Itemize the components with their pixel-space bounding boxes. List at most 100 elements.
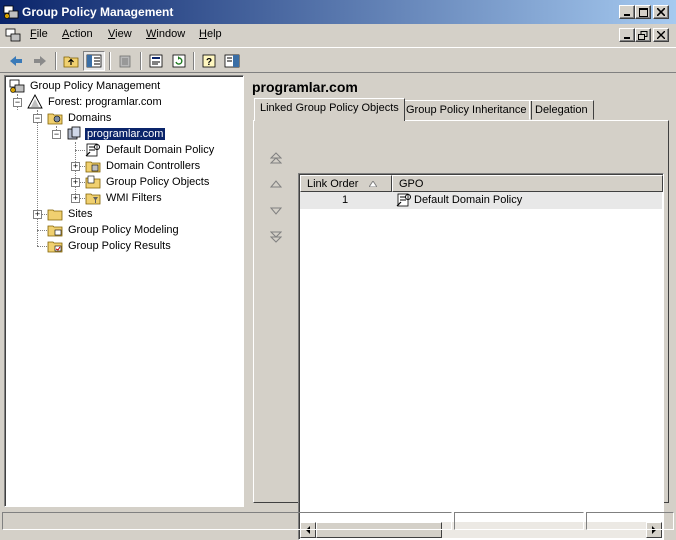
- minimize-icon: [624, 14, 630, 16]
- tab-linked-gpos[interactable]: Linked Group Policy Objects: [254, 98, 405, 121]
- down-arrow-icon: [270, 207, 282, 215]
- collapse-toggle[interactable]: −: [13, 98, 22, 107]
- toolbar-separator: [193, 52, 195, 70]
- gpo-folder-icon: [85, 175, 101, 189]
- tree-node-domains[interactable]: Domains: [47, 110, 113, 126]
- tree-node-gp-results[interactable]: Group Policy Results: [47, 238, 173, 254]
- table-row[interactable]: 1 Default Domain Policy: [300, 192, 662, 209]
- tree-node-gp-modeling[interactable]: Group Policy Modeling: [47, 222, 181, 238]
- sites-folder-icon: [47, 209, 63, 221]
- menu-action[interactable]: Action: [62, 28, 93, 40]
- menu-file[interactable]: File: [30, 28, 48, 40]
- help-button[interactable]: ?: [198, 51, 220, 71]
- delete-button[interactable]: [114, 51, 136, 71]
- console-tree-icon: [86, 54, 102, 68]
- tree-node-domain-programlar[interactable]: programlar.com: [66, 126, 167, 142]
- tree-node-gpm-root[interactable]: Group Policy Management: [9, 78, 162, 94]
- tree-node-sites[interactable]: Sites: [47, 206, 94, 222]
- close-icon: [657, 31, 665, 39]
- tree-label: Sites: [68, 208, 93, 220]
- tree-node-group-policy-objects[interactable]: Group Policy Objects: [85, 174, 211, 190]
- back-button[interactable]: [5, 51, 27, 71]
- tree-label: Group Policy Objects: [106, 176, 210, 188]
- back-arrow-icon: [10, 56, 22, 66]
- tree-label: Domains: [68, 112, 112, 124]
- column-header-gpo[interactable]: GPO: [392, 175, 663, 192]
- domains-folder-icon: [47, 113, 63, 125]
- expand-toggle[interactable]: +: [71, 162, 80, 171]
- expand-toggle[interactable]: +: [71, 194, 80, 203]
- modeling-folder-icon: [47, 225, 63, 237]
- tree-node-default-domain-policy[interactable]: Default Domain Policy: [85, 142, 216, 158]
- tab-panel: Link Order GPO 1 Default Domain Policy: [253, 120, 669, 540]
- child-restore-button[interactable]: [635, 28, 651, 42]
- gpo-link-icon: [85, 143, 100, 157]
- toolbar: ?: [0, 47, 676, 73]
- show-hide-console-tree-button[interactable]: [83, 51, 105, 71]
- folder-up-icon: [63, 56, 79, 68]
- tree-node-wmi-filters[interactable]: WMI Filters: [85, 190, 164, 206]
- gpmc-app-icon[interactable]: [3, 4, 19, 20]
- tree-node-forest[interactable]: Forest: programlar.com: [27, 94, 164, 110]
- forest-icon: [27, 94, 43, 109]
- collapse-toggle[interactable]: −: [33, 114, 42, 123]
- expand-toggle[interactable]: +: [33, 210, 42, 219]
- ou-folder-icon: [85, 161, 101, 173]
- menu-view[interactable]: View: [108, 28, 132, 40]
- maximize-icon: [638, 7, 648, 17]
- tab-gp-inheritance[interactable]: Group Policy Inheritance: [400, 100, 533, 120]
- domain-icon: [67, 126, 81, 140]
- minimize-button[interactable]: [619, 5, 635, 19]
- properties-button[interactable]: [145, 51, 167, 71]
- tree-label: WMI Filters: [106, 192, 162, 204]
- properties-icon: [149, 54, 163, 68]
- link-order-cell: 1: [342, 194, 349, 206]
- maximize-button[interactable]: [635, 5, 651, 19]
- forward-arrow-icon: [34, 56, 46, 66]
- results-folder-icon: [47, 241, 63, 253]
- close-button[interactable]: [653, 5, 669, 19]
- column-header-link-order[interactable]: Link Order: [300, 175, 392, 192]
- tree-node-domain-controllers[interactable]: Domain Controllers: [85, 158, 202, 174]
- console-tree[interactable]: Group Policy Management − Forest: progra…: [4, 75, 244, 507]
- up-one-level-button[interactable]: [60, 51, 82, 71]
- linked-gpo-list[interactable]: Link Order GPO 1 Default Domain Policy: [298, 173, 664, 540]
- refresh-button[interactable]: [168, 51, 190, 71]
- column-header-label: Link Order: [307, 178, 359, 190]
- child-close-button[interactable]: [653, 28, 669, 42]
- collapse-toggle[interactable]: −: [52, 130, 61, 139]
- status-bar: [0, 510, 676, 532]
- svg-text:?: ?: [206, 57, 212, 68]
- move-down-button[interactable]: [266, 201, 286, 221]
- status-panel-secondary: [454, 512, 584, 530]
- tree-label: Group Policy Modeling: [68, 224, 179, 236]
- tree-connector: [37, 110, 38, 246]
- minimize-icon: [624, 37, 630, 39]
- forward-button[interactable]: [29, 51, 51, 71]
- menu-window[interactable]: Window: [146, 28, 185, 40]
- title-bar[interactable]: Group Policy Management: [0, 0, 676, 24]
- gpmc-app-icon: [9, 79, 25, 93]
- sort-ascending-icon: [369, 181, 377, 187]
- show-hide-action-pane-button[interactable]: [221, 51, 243, 71]
- tab-delegation[interactable]: Delegation: [529, 100, 594, 120]
- menu-help[interactable]: Help: [199, 28, 222, 40]
- refresh-icon: [172, 54, 186, 68]
- status-panel-tertiary: [586, 512, 674, 530]
- console-menu-icon[interactable]: [5, 27, 23, 43]
- window-title: Group Policy Management: [22, 5, 174, 19]
- details-title: programlar.com: [252, 79, 358, 95]
- move-to-top-button[interactable]: [266, 148, 286, 168]
- status-panel-main: [2, 512, 452, 530]
- gpo-name-cell: Default Domain Policy: [414, 194, 523, 206]
- toolbar-separator: [109, 52, 111, 70]
- tree-label: Group Policy Results: [68, 240, 171, 252]
- menu-bar: File Action View Window Help: [0, 24, 676, 46]
- action-pane-icon: [224, 54, 240, 68]
- move-to-bottom-button[interactable]: [266, 227, 286, 247]
- expand-toggle[interactable]: +: [71, 178, 80, 187]
- child-minimize-button[interactable]: [619, 28, 635, 42]
- restore-icon: [638, 30, 648, 40]
- move-up-button[interactable]: [266, 174, 286, 194]
- up-arrow-icon: [270, 180, 282, 188]
